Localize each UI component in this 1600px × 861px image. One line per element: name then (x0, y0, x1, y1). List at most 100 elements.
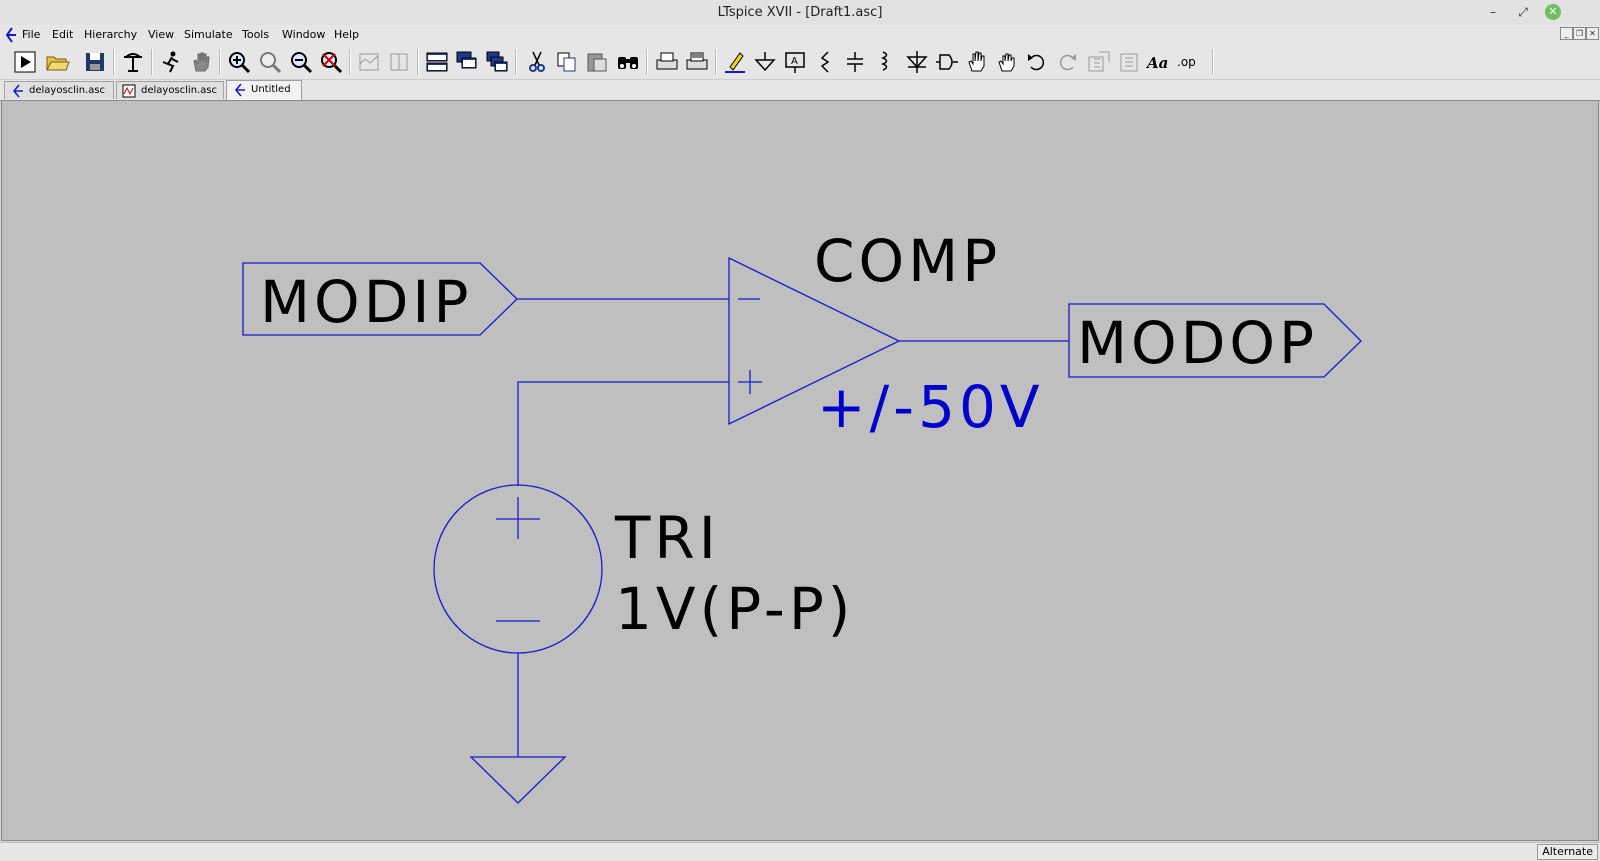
save-icon (86, 53, 104, 71)
inductor-button[interactable] (872, 49, 898, 75)
zoom-out-button[interactable] (288, 49, 314, 75)
print-icon (656, 52, 678, 70)
drag-button[interactable] (994, 49, 1020, 75)
tab-delayosclin-waveform[interactable]: delayosclin.asc (116, 81, 224, 99)
menu-simulate[interactable]: Simulate (184, 28, 233, 41)
net-label-button[interactable]: A (782, 49, 808, 75)
toolbar-separator (417, 49, 419, 75)
schematic-canvas[interactable]: MODIP COMP +/-50V MODOP TRI 1V(P-P) (1, 100, 1599, 841)
minimize-button[interactable]: – (1485, 4, 1501, 20)
redo-button[interactable] (1054, 49, 1080, 75)
schematic-icon (234, 83, 245, 97)
halt-button[interactable] (158, 49, 184, 75)
zoom-fit-button[interactable] (318, 49, 344, 75)
cut-icon (529, 51, 545, 72)
menu-tools[interactable]: Tools (242, 28, 269, 41)
status-mode-indicator: Alternate (1537, 844, 1598, 860)
cascade-button[interactable] (484, 49, 510, 75)
undo-button[interactable] (1024, 49, 1050, 75)
control-panel-icon (124, 53, 142, 72)
zoom-fit-icon (321, 52, 343, 74)
find-button[interactable] (615, 49, 641, 75)
capacitor-button[interactable] (842, 49, 868, 75)
tile-horizontal-button[interactable] (424, 49, 450, 75)
schematic-drawing: MODIP COMP +/-50V MODOP TRI 1V(P-P) (242, 227, 1362, 804)
print-preview-button[interactable] (684, 49, 710, 75)
tab-untitled[interactable]: Untitled (226, 80, 302, 100)
document-tab-bar: delayosclin.asc delayosclin.asc Untitled (0, 80, 1600, 101)
resistor-icon (820, 51, 830, 73)
print-preview-icon (686, 52, 708, 70)
open-button[interactable] (44, 49, 70, 75)
zoom-in-button[interactable] (226, 49, 252, 75)
draw-wire-button[interactable] (722, 49, 748, 75)
net-label-modop-text: MODOP (1077, 309, 1318, 377)
menu-bar: File Edit Hierarchy View Simulate Tools … (0, 25, 1600, 45)
copy-button[interactable] (554, 49, 580, 75)
ground-button[interactable] (752, 49, 778, 75)
source-plus-sign (496, 497, 540, 539)
menu-file[interactable]: File (22, 28, 40, 41)
print-button[interactable] (654, 49, 680, 75)
source-name-label: TRI (614, 504, 720, 572)
run-button[interactable] (12, 49, 38, 75)
redo-icon (1059, 54, 1076, 71)
diode-button[interactable] (904, 49, 930, 75)
control-panel-button[interactable] (120, 49, 146, 75)
close-button[interactable]: ✕ (1545, 4, 1561, 20)
mirror-icon (1120, 53, 1138, 72)
tile-vertical-button[interactable] (454, 49, 480, 75)
menu-help[interactable]: Help (334, 28, 359, 41)
comparator-plus-sign (738, 370, 762, 394)
ltspice-logo-icon (5, 27, 16, 43)
mdi-minimize-button[interactable]: _ (1560, 27, 1573, 40)
menu-view[interactable]: View (148, 28, 174, 41)
hand-stop-button[interactable] (188, 49, 214, 75)
spice-directive-button[interactable]: .op (1176, 49, 1202, 75)
comparator-supply-label: +/-50V (817, 373, 1044, 441)
spice-directive-icon: .op (1177, 55, 1196, 69)
mark-button[interactable] (386, 49, 412, 75)
toolbar-separator (349, 49, 351, 75)
autorange-button[interactable] (356, 49, 382, 75)
component-button[interactable] (934, 49, 960, 75)
move-button[interactable] (964, 49, 990, 75)
resistor-button[interactable] (812, 49, 838, 75)
text-button[interactable]: Aa (1146, 49, 1172, 75)
hand-stop-icon (193, 52, 210, 72)
mdi-close-button[interactable]: ✕ (1586, 27, 1599, 40)
zoom-area-button[interactable] (257, 49, 283, 75)
tab-delayosclin-schematic[interactable]: delayosclin.asc (4, 81, 114, 99)
component-icon (936, 54, 958, 70)
net-label-modip-text: MODIP (260, 268, 472, 336)
menu-edit[interactable]: Edit (52, 28, 73, 41)
menu-window[interactable]: Window (282, 28, 325, 41)
ground-symbol[interactable] (469, 756, 567, 804)
rotate-button[interactable] (1086, 49, 1112, 75)
draw-wire-icon (725, 52, 745, 73)
toolbar-separator (715, 49, 717, 75)
toolbar-separator (113, 49, 115, 75)
wire-plus-to-source[interactable] (517, 381, 729, 486)
toolbar: A Aa .op (0, 45, 1600, 80)
tab-label: delayosclin.asc (141, 85, 218, 96)
toolbar-separator (646, 49, 648, 75)
mirror-button[interactable] (1116, 49, 1142, 75)
waveform-icon (122, 84, 136, 98)
save-button[interactable] (82, 49, 108, 75)
cut-button[interactable] (524, 49, 550, 75)
toolbar-separator (151, 49, 153, 75)
menu-hierarchy[interactable]: Hierarchy (84, 28, 137, 41)
mdi-restore-button[interactable]: ❐ (1573, 27, 1586, 40)
cascade-icon (486, 51, 508, 72)
halt-icon (162, 51, 179, 73)
maximize-button[interactable]: ⤢ (1515, 4, 1531, 20)
run-icon (14, 51, 36, 73)
toolbar-separator (515, 49, 517, 75)
status-bar: Alternate (0, 842, 1600, 861)
inductor-icon (881, 51, 888, 71)
paste-icon (587, 53, 607, 72)
window-title: LTspice XVII - [Draft1.asc] (717, 5, 883, 20)
source-value-label: 1V(P-P) (615, 575, 854, 643)
paste-button[interactable] (584, 49, 610, 75)
